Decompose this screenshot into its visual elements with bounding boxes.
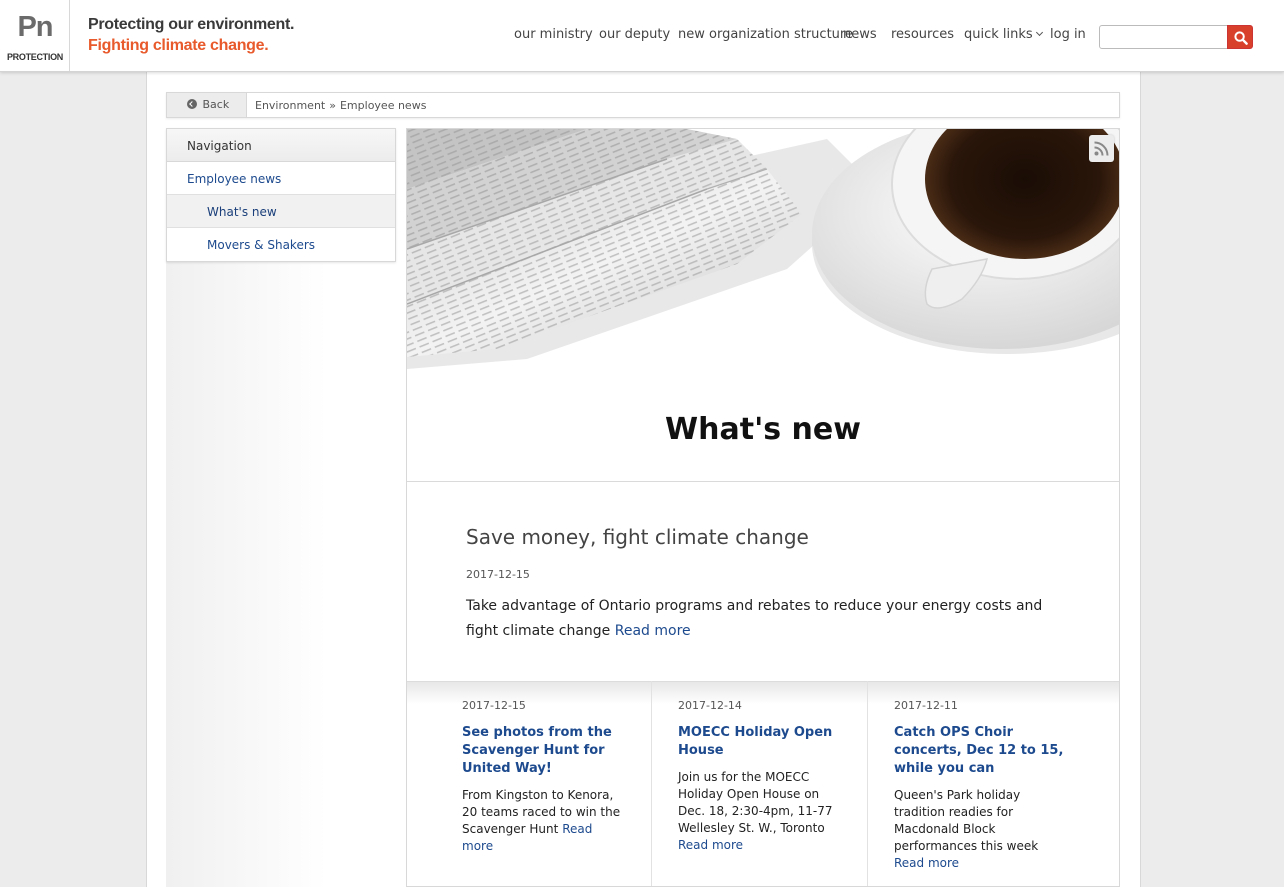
featured-read-more-link[interactable]: Read more xyxy=(615,623,691,639)
nav-quick-links[interactable]: quick links xyxy=(964,27,1043,42)
featured-article-date: 2017-12-15 xyxy=(466,568,530,581)
rss-icon xyxy=(1094,141,1109,156)
news-card-title[interactable]: See photos from the Scavenger Hunt for U… xyxy=(462,724,622,778)
back-label: Back xyxy=(202,98,230,111)
news-card-date: 2017-12-14 xyxy=(678,699,742,712)
sidebar-shade xyxy=(166,262,396,887)
logo-name: PROTECTION xyxy=(6,52,63,62)
news-card-read-more-link[interactable]: Read more xyxy=(894,856,959,870)
news-card-read-more-link[interactable]: Read more xyxy=(678,838,743,852)
nav-news[interactable]: news xyxy=(843,27,877,42)
news-card-text: Join us for the MOECC Holiday Open House… xyxy=(678,770,833,835)
sidebar-item-employee-news[interactable]: Employee news xyxy=(167,162,395,195)
featured-article-summary: Take advantage of Ontario programs and r… xyxy=(466,594,1066,644)
page-title: What's new xyxy=(665,412,861,447)
featured-article-title[interactable]: Save money, fight climate change xyxy=(466,525,809,549)
featured-article-text: Take advantage of Ontario programs and r… xyxy=(466,598,1043,639)
news-card: 2017-12-15 See photos from the Scavenger… xyxy=(407,681,651,886)
breadcrumb-employee-news[interactable]: Employee news xyxy=(340,99,426,112)
nav-new-organization-structure[interactable]: new organization structure xyxy=(678,27,853,42)
news-card-summary: Queen's Park holiday tradition readies f… xyxy=(894,787,1044,872)
breadcrumb: Environment » Employee news xyxy=(255,99,426,112)
search-icon xyxy=(1234,31,1248,45)
breadcrumb-separator: » xyxy=(329,99,336,112)
chevron-down-icon xyxy=(1035,28,1043,37)
breadcrumb-environment[interactable]: Environment xyxy=(255,99,325,112)
site-header: Pn PROTECTION Protecting our environment… xyxy=(0,0,1284,72)
news-card-text: From Kingston to Kenora, 20 teams raced … xyxy=(462,788,621,836)
breadcrumb-bar: Back Environment » Employee news xyxy=(166,92,1120,118)
newspaper-coffee-illustration xyxy=(407,129,1119,379)
nav-resources[interactable]: resources xyxy=(891,27,954,42)
nav-our-ministry[interactable]: our ministry xyxy=(514,27,593,42)
site-logo[interactable]: Pn PROTECTION xyxy=(0,0,70,71)
hero-image xyxy=(407,129,1119,379)
search-button[interactable] xyxy=(1227,25,1253,49)
tagline-secondary: Fighting climate change. xyxy=(88,37,269,54)
news-card-title[interactable]: Catch OPS Choir concerts, Dec 12 to 15, … xyxy=(894,724,1064,778)
news-card-summary: From Kingston to Kenora, 20 teams raced … xyxy=(462,787,627,855)
news-card-summary: Join us for the MOECC Holiday Open House… xyxy=(678,769,846,854)
sidebar-navigation: Navigation Employee news What's new Move… xyxy=(166,128,396,262)
news-card-text: Queen's Park holiday tradition readies f… xyxy=(894,788,1039,853)
search-input[interactable] xyxy=(1099,25,1229,49)
news-card-title[interactable]: MOECC Holiday Open House xyxy=(678,724,838,760)
news-card: 2017-12-11 Catch OPS Choir concerts, Dec… xyxy=(867,681,1119,886)
sidebar-heading: Navigation xyxy=(167,129,395,162)
logo-symbol: Pn xyxy=(17,11,53,43)
nav-quick-links-label: quick links xyxy=(964,27,1033,42)
news-card-date: 2017-12-11 xyxy=(894,699,958,712)
news-card: 2017-12-14 MOECC Holiday Open House Join… xyxy=(651,681,867,886)
sidebar-item-movers-shakers[interactable]: Movers & Shakers xyxy=(167,228,395,261)
nav-our-deputy[interactable]: our deputy xyxy=(599,27,670,42)
divider xyxy=(407,481,1119,482)
back-arrow-icon xyxy=(187,99,197,109)
nav-log-in[interactable]: log in xyxy=(1050,27,1086,42)
sidebar-item-whats-new[interactable]: What's new xyxy=(167,195,395,228)
news-card-date: 2017-12-15 xyxy=(462,699,526,712)
back-button[interactable]: Back xyxy=(167,93,247,117)
main-content: What's new Save money, fight climate cha… xyxy=(406,128,1120,887)
tagline-primary: Protecting our environment. xyxy=(88,16,295,33)
rss-button[interactable] xyxy=(1089,135,1114,162)
